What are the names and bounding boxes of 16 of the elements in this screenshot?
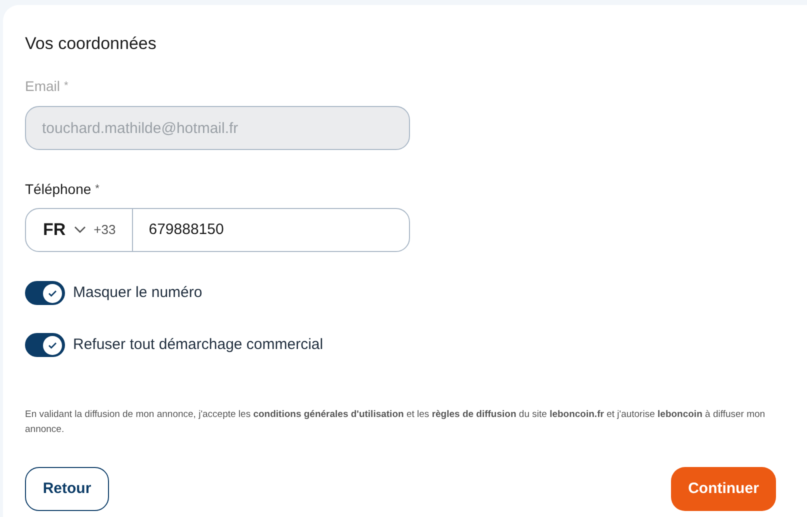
- terms-notice: En validant la diffusion de mon annonce, j'accepte les conditions générales d'utilisation et les règles de diffusion du site leboncoin.fr et j'autorise leboncoin à diffuser mon annonce.: [25, 408, 766, 437]
- country-selector[interactable]: FR +33: [26, 209, 133, 251]
- toggle-switch[interactable]: [25, 281, 65, 305]
- toggle-switch[interactable]: [25, 333, 65, 357]
- chevron-down-icon: [74, 226, 86, 234]
- toggle-label: Masquer le numéro: [73, 282, 202, 303]
- required-mark: *: [95, 182, 100, 197]
- check-icon: [48, 290, 57, 296]
- phone-label: Téléphone: [25, 180, 92, 199]
- required-mark: *: [64, 78, 68, 94]
- phone-field[interactable]: FR +33 679888150: [25, 208, 410, 252]
- section-title: Vos coordonnées: [25, 33, 158, 53]
- email-label: Email: [25, 76, 60, 96]
- toggle-label: Refuser tout démarchage commercial: [73, 334, 324, 355]
- check-icon: [48, 342, 57, 348]
- back-button[interactable]: Retour: [25, 467, 109, 511]
